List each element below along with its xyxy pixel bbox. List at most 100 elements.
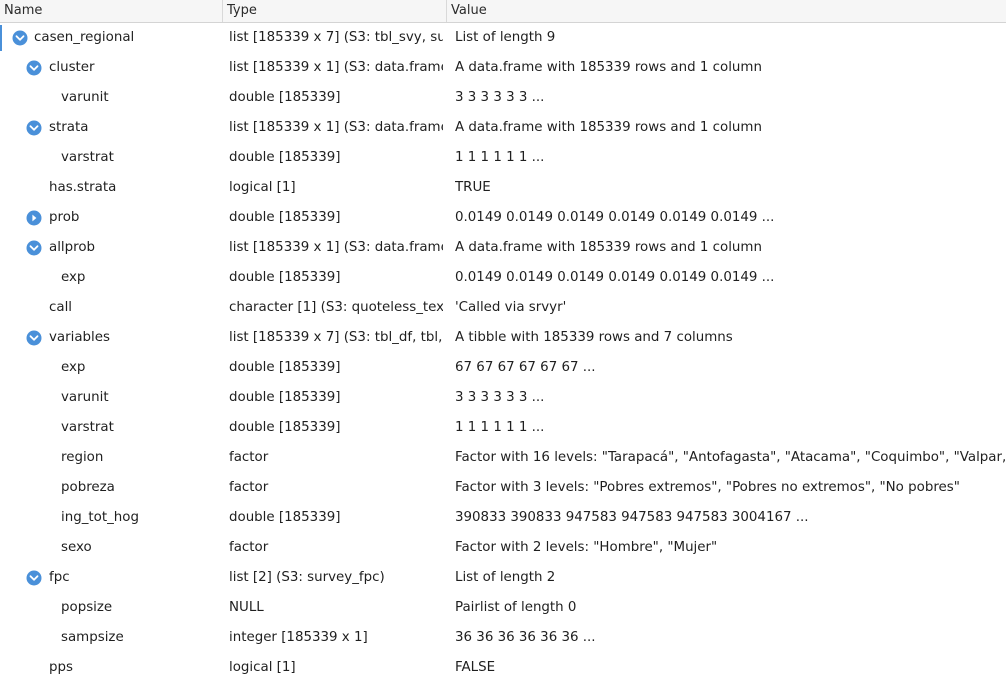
chevron-right-icon[interactable]: [26, 210, 42, 226]
type-cell: logical [1]: [229, 180, 296, 195]
object-viewer: Name Type Value casen_regional list [185…: [0, 0, 1006, 697]
header-name[interactable]: Name: [0, 0, 223, 22]
type-cell: double [185339]: [229, 150, 341, 165]
name-cell: exp: [0, 353, 222, 383]
name-cell: fpc: [0, 563, 222, 593]
row-name: varstrat: [61, 420, 114, 435]
name-cell: prob: [0, 203, 222, 233]
value-cell: Factor with 3 levels: "Pobres extremos",…: [455, 480, 960, 495]
name-cell: casen_regional: [0, 23, 222, 53]
type-cell: factor: [229, 450, 269, 465]
name-cell: sexo: [0, 533, 222, 563]
row-name: varunit: [61, 90, 109, 105]
tree-row-varstrat[interactable]: varstrat double [185339] 1 1 1 1 1 1 ...: [0, 413, 1006, 443]
type-cell: list [185339 x 1] (S3: data.frame): [229, 120, 443, 135]
name-cell: variables: [0, 323, 222, 353]
chevron-down-icon[interactable]: [26, 330, 42, 346]
row-name: variables: [49, 330, 110, 345]
chevron-down-icon[interactable]: [26, 120, 42, 136]
tree-row-popsize[interactable]: popsize NULL Pairlist of length 0: [0, 593, 1006, 623]
value-cell: List of length 9: [455, 30, 556, 45]
row-name: exp: [61, 360, 86, 375]
tree-row-strata[interactable]: strata list [185339 x 1] (S3: data.frame…: [0, 113, 1006, 143]
row-name: sexo: [61, 540, 92, 555]
chevron-down-icon[interactable]: [26, 570, 42, 586]
type-cell: double [185339]: [229, 390, 341, 405]
tree-row-sampsize[interactable]: sampsize integer [185339 x 1] 36 36 36 3…: [0, 623, 1006, 653]
value-cell: List of length 2: [455, 570, 556, 585]
tree-row-prob[interactable]: prob double [185339] 0.0149 0.0149 0.014…: [0, 203, 1006, 233]
value-cell: 3 3 3 3 3 3 ...: [455, 390, 545, 405]
type-cell: list [185339 x 7] (S3: tbl_svy, surv: [229, 30, 443, 45]
type-cell: double [185339]: [229, 420, 341, 435]
row-name: strata: [49, 120, 89, 135]
name-cell: popsize: [0, 593, 222, 623]
row-name: exp: [61, 270, 86, 285]
tree-row-varunit[interactable]: varunit double [185339] 3 3 3 3 3 3 ...: [0, 383, 1006, 413]
type-cell: double [185339]: [229, 270, 341, 285]
row-name: pobreza: [61, 480, 115, 495]
name-cell: allprob: [0, 233, 222, 263]
value-cell: 67 67 67 67 67 67 ...: [455, 360, 596, 375]
row-name: call: [49, 300, 73, 315]
name-cell: exp: [0, 263, 222, 293]
value-cell: A data.frame with 185339 rows and 1 colu…: [455, 240, 762, 255]
tree-row-call[interactable]: call character [1] (S3: quoteless_text) …: [0, 293, 1006, 323]
tree-row-casen-regional[interactable]: casen_regional list [185339 x 7] (S3: tb…: [0, 23, 1006, 53]
value-cell: Factor with 16 levels: "Tarapacá", "Anto…: [455, 450, 1006, 465]
row-name: pps: [49, 660, 73, 675]
value-cell: A data.frame with 185339 rows and 1 colu…: [455, 120, 762, 135]
row-name: ing_tot_hog: [61, 510, 139, 525]
value-cell: Pairlist of length 0: [455, 600, 577, 615]
chevron-down-icon[interactable]: [26, 60, 42, 76]
type-cell: NULL: [229, 600, 264, 615]
row-name: casen_regional: [34, 30, 135, 45]
name-cell: has.strata: [0, 173, 222, 203]
tree-row-ing-tot-hog[interactable]: ing_tot_hog double [185339] 390833 39083…: [0, 503, 1006, 533]
header-type[interactable]: Type: [223, 0, 447, 22]
value-cell: TRUE: [455, 180, 491, 195]
tree-row-sexo[interactable]: sexo factor Factor with 2 levels: "Hombr…: [0, 533, 1006, 563]
tree-row-has-strata[interactable]: has.strata logical [1] TRUE: [0, 173, 1006, 203]
value-cell: 1 1 1 1 1 1 ...: [455, 420, 545, 435]
tree-row-pobreza[interactable]: pobreza factor Factor with 3 levels: "Po…: [0, 473, 1006, 503]
header-value[interactable]: Value: [447, 0, 1006, 22]
name-cell: varstrat: [0, 143, 222, 173]
type-cell: double [185339]: [229, 510, 341, 525]
type-cell: double [185339]: [229, 360, 341, 375]
tree-row-fpc[interactable]: fpc list [2] (S3: survey_fpc) List of le…: [0, 563, 1006, 593]
row-name: fpc: [49, 570, 70, 585]
name-cell: ing_tot_hog: [0, 503, 222, 533]
value-cell: 3 3 3 3 3 3 ...: [455, 90, 545, 105]
tree-row-cluster[interactable]: cluster list [185339 x 1] (S3: data.fram…: [0, 53, 1006, 83]
value-cell: 0.0149 0.0149 0.0149 0.0149 0.0149 0.014…: [455, 270, 775, 285]
tree-row-varunit[interactable]: varunit double [185339] 3 3 3 3 3 3 ...: [0, 83, 1006, 113]
chevron-down-icon[interactable]: [12, 30, 28, 46]
tree-row-pps[interactable]: pps logical [1] FALSE: [0, 653, 1006, 683]
row-name: prob: [49, 210, 80, 225]
name-cell: pps: [0, 653, 222, 683]
name-cell: call: [0, 293, 222, 323]
type-cell: double [185339]: [229, 90, 341, 105]
value-cell: 0.0149 0.0149 0.0149 0.0149 0.0149 0.014…: [455, 210, 775, 225]
type-cell: factor: [229, 540, 269, 555]
tree-row-varstrat[interactable]: varstrat double [185339] 1 1 1 1 1 1 ...: [0, 143, 1006, 173]
name-cell: varstrat: [0, 413, 222, 443]
tree-row-allprob[interactable]: allprob list [185339 x 1] (S3: data.fram…: [0, 233, 1006, 263]
name-cell: cluster: [0, 53, 222, 83]
tree-row-exp[interactable]: exp double [185339] 67 67 67 67 67 67 ..…: [0, 353, 1006, 383]
tree-row-region[interactable]: region factor Factor with 16 levels: "Ta…: [0, 443, 1006, 473]
chevron-down-icon[interactable]: [26, 240, 42, 256]
tree-row-variables[interactable]: variables list [185339 x 7] (S3: tbl_df,…: [0, 323, 1006, 353]
type-cell: list [185339 x 7] (S3: tbl_df, tbl, d: [229, 330, 443, 345]
value-cell: FALSE: [455, 660, 496, 675]
name-cell: varunit: [0, 383, 222, 413]
tree-row-exp[interactable]: exp double [185339] 0.0149 0.0149 0.0149…: [0, 263, 1006, 293]
row-name: region: [61, 450, 104, 465]
type-cell: list [2] (S3: survey_fpc): [229, 570, 385, 585]
name-cell: strata: [0, 113, 222, 143]
value-cell: 1 1 1 1 1 1 ...: [455, 150, 545, 165]
row-name: varunit: [61, 390, 109, 405]
row-name: allprob: [49, 240, 96, 255]
row-name: popsize: [61, 600, 113, 615]
